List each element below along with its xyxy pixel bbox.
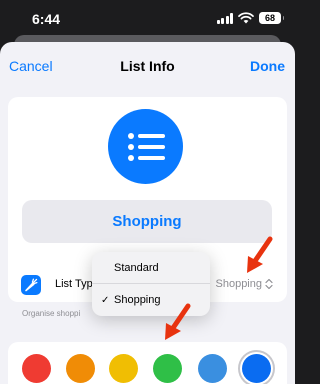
list-icon-button[interactable] bbox=[108, 109, 183, 184]
color-swatch-red[interactable] bbox=[22, 354, 51, 383]
list-bullet-icon bbox=[127, 132, 165, 161]
list-type-footnote: Organise shoppi bbox=[22, 309, 81, 318]
annotation-arrow-icon bbox=[247, 236, 273, 273]
menu-item-standard[interactable]: Standard bbox=[92, 252, 210, 284]
list-name-field[interactable]: Shopping bbox=[22, 200, 272, 243]
list-type-value[interactable]: Shopping bbox=[216, 278, 274, 290]
carrot-icon bbox=[21, 275, 41, 295]
color-swatch-blue[interactable] bbox=[242, 354, 271, 383]
wifi-icon bbox=[238, 12, 254, 24]
list-info-sheet: Cancel List Info Done Shopping List Type bbox=[0, 42, 295, 384]
annotation-arrow-icon bbox=[165, 303, 191, 340]
list-type-value-text: Shopping bbox=[215, 278, 263, 290]
color-swatch-green[interactable] bbox=[153, 354, 182, 383]
done-button[interactable]: Done bbox=[250, 58, 285, 74]
battery-icon: 68 bbox=[259, 12, 284, 24]
menu-item-label: Standard bbox=[114, 262, 159, 274]
status-bar: 6:44 68 bbox=[0, 0, 295, 36]
cellular-signal-icon bbox=[216, 12, 233, 24]
status-icons: 68 bbox=[216, 11, 284, 25]
color-picker bbox=[8, 342, 287, 384]
battery-level: 68 bbox=[264, 13, 275, 23]
navigation-bar: Cancel List Info Done bbox=[0, 42, 295, 90]
checkmark-icon: ✓ bbox=[101, 294, 110, 306]
menu-item-label: Shopping bbox=[114, 294, 161, 306]
color-swatch-yellow[interactable] bbox=[109, 354, 138, 383]
status-time: 6:44 bbox=[32, 11, 61, 27]
color-swatch-orange[interactable] bbox=[66, 354, 95, 383]
chevron-up-down-icon bbox=[265, 278, 273, 290]
color-swatch-light-blue[interactable] bbox=[198, 354, 227, 383]
